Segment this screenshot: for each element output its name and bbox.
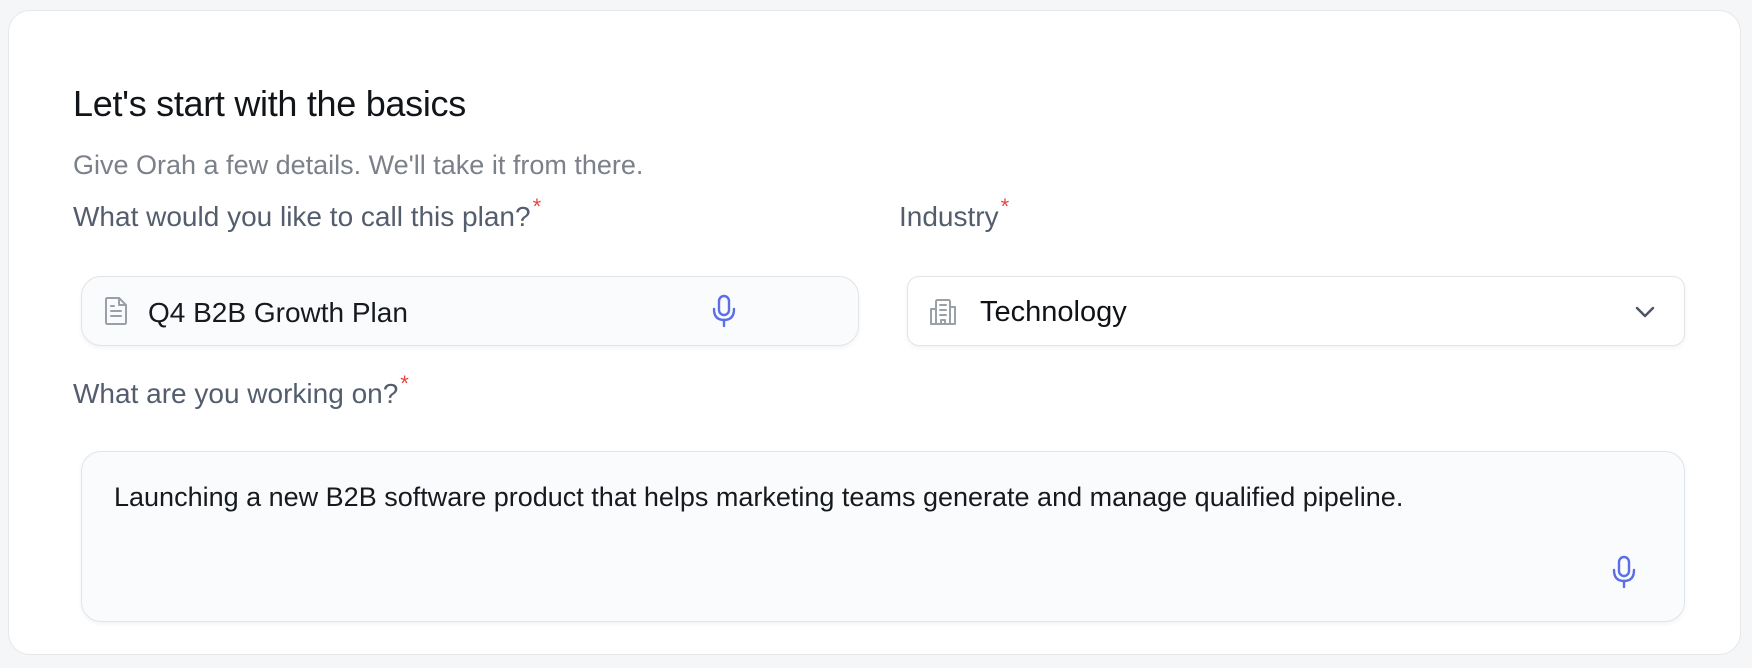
required-asterisk: *	[532, 194, 542, 219]
plan-name-field[interactable]: Q4 B2B Growth Plan	[81, 276, 859, 346]
industry-label-text: Industry	[899, 201, 999, 232]
required-asterisk: *	[1000, 194, 1010, 219]
microphone-icon[interactable]	[1606, 552, 1642, 592]
form-title: Let's start with the basics	[73, 83, 466, 124]
document-icon	[100, 295, 132, 327]
industry-selected-value: Technology	[980, 296, 1127, 328]
form-subtitle: Give Orah a few details. We'll take it f…	[73, 150, 644, 180]
chevron-down-icon[interactable]	[1630, 299, 1660, 325]
plan-name-label-text: What would you like to call this plan?	[73, 201, 531, 232]
building-icon	[926, 295, 960, 329]
plan-name-label: What would you like to call this plan?*	[73, 194, 541, 233]
microphone-icon[interactable]	[706, 292, 742, 330]
working-on-label: What are you working on?*	[73, 371, 409, 410]
plan-name-input[interactable]: Q4 B2B Growth Plan	[148, 297, 408, 329]
industry-select[interactable]: Technology	[907, 276, 1685, 346]
industry-label: Industry*	[899, 194, 1009, 233]
working-on-label-text: What are you working on?	[73, 378, 399, 409]
working-on-textarea[interactable]: Launching a new B2B software product tha…	[81, 451, 1685, 622]
basics-form-card: Let's start with the basics Give Orah a …	[8, 10, 1741, 655]
required-asterisk: *	[400, 371, 409, 396]
working-on-text[interactable]: Launching a new B2B software product tha…	[114, 482, 1403, 513]
